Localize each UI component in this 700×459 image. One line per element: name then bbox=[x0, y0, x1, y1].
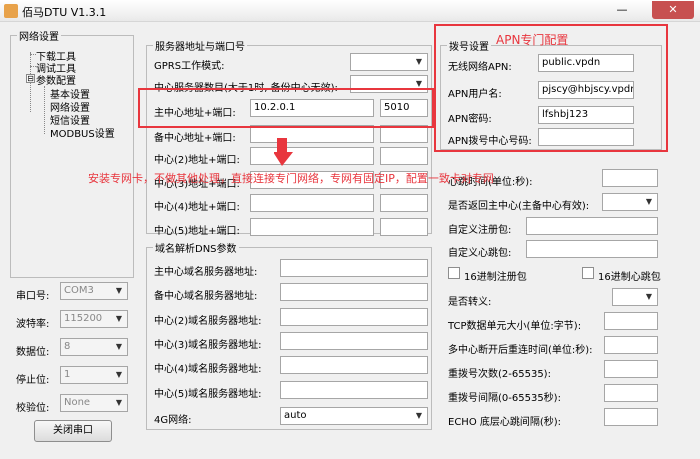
redial-interval-label: 重拨号间隔(0-65535秒): bbox=[448, 393, 561, 404]
dns-c4-label: 中心(4)域名服务器地址: bbox=[154, 364, 262, 375]
hex-hb-label: 16进制心跳包 bbox=[598, 272, 661, 283]
dns-c5-input[interactable] bbox=[280, 381, 428, 399]
custom-reg-input[interactable] bbox=[526, 217, 658, 235]
collapse-icon[interactable]: ⊟ bbox=[26, 74, 35, 83]
escape-select[interactable]: ▼ bbox=[612, 288, 658, 306]
echo-input[interactable] bbox=[604, 408, 658, 426]
arrow-down-icon bbox=[274, 138, 293, 166]
chevron-down-icon: ▼ bbox=[645, 197, 653, 206]
baud-select[interactable]: 115200 ▼ bbox=[60, 310, 128, 328]
nav-item-param-config[interactable]: 参数配置 bbox=[36, 72, 76, 87]
tree-line bbox=[44, 86, 45, 134]
dns-main-label: 主中心域名服务器地址: bbox=[154, 267, 258, 278]
close-port-button[interactable]: 关闭串口 bbox=[34, 420, 112, 442]
redial-count-label: 重拨号次数(2-65535): bbox=[448, 369, 551, 380]
stopbits-label: 停止位: bbox=[16, 375, 50, 386]
custom-hb-label: 自定义心跳包: bbox=[448, 248, 512, 259]
port-select[interactable]: COM3 ▼ bbox=[60, 282, 128, 300]
return-main-select[interactable]: ▼ bbox=[602, 193, 658, 211]
annotation-box-main-center bbox=[138, 88, 434, 128]
hex-reg-checkbox[interactable] bbox=[448, 267, 460, 279]
dns-c2-input[interactable] bbox=[280, 308, 428, 326]
app-icon bbox=[4, 4, 18, 18]
escape-label: 是否转义: bbox=[448, 297, 492, 308]
port-value: COM3 bbox=[64, 285, 94, 296]
echo-label: ECHO 底层心跳间隔(秒): bbox=[448, 417, 562, 428]
center5-port-input[interactable] bbox=[380, 218, 428, 236]
apn-annotation-text: APN专门配置 bbox=[496, 33, 569, 47]
dns-c3-input[interactable] bbox=[280, 332, 428, 350]
heartbeat-input[interactable] bbox=[602, 169, 658, 187]
center5-label: 中心(5)地址+端口: bbox=[154, 226, 240, 237]
baud-value: 115200 bbox=[64, 313, 103, 324]
minimize-button[interactable]: — bbox=[610, 1, 634, 19]
center4-port-input[interactable] bbox=[380, 194, 428, 212]
hex-reg-label: 16进制注册包 bbox=[464, 272, 527, 283]
stopbits-select[interactable]: 1 ▼ bbox=[60, 366, 128, 384]
center2-ip-input[interactable] bbox=[250, 147, 374, 165]
dns-group-title: 域名解析DNS参数 bbox=[155, 244, 237, 255]
parity-select[interactable]: None ▼ bbox=[60, 394, 128, 412]
chevron-down-icon: ▼ bbox=[115, 370, 123, 379]
nav-item-modbus[interactable]: MODBUS设置 bbox=[50, 125, 115, 140]
title-bar: 佰马DTU V1.3.1 — ✕ bbox=[0, 0, 700, 22]
port-label: 串口号: bbox=[16, 291, 50, 302]
dns-backup-input[interactable] bbox=[280, 283, 428, 301]
dns-c3-label: 中心(3)域名服务器地址: bbox=[154, 340, 262, 351]
main-annotation-text: 安装专网卡，不做其他处理，直接连接专门网络，专网有固定IP，配置一致卡对专网 bbox=[88, 172, 494, 185]
center4-label: 中心(4)地址+端口: bbox=[154, 202, 240, 213]
window-title: 佰马DTU V1.3.1 bbox=[22, 6, 107, 19]
baud-label: 波特率: bbox=[16, 319, 50, 330]
reconnect-input[interactable] bbox=[604, 336, 658, 354]
backup-center-label: 备中心地址+端口: bbox=[154, 133, 236, 144]
stopbits-value: 1 bbox=[64, 369, 71, 380]
dns-c5-label: 中心(5)域名服务器地址: bbox=[154, 389, 262, 400]
chevron-down-icon: ▼ bbox=[115, 398, 123, 407]
gprs-mode-select[interactable]: ▼ bbox=[350, 53, 428, 71]
redial-interval-input[interactable] bbox=[604, 384, 658, 402]
net4g-value: auto bbox=[284, 410, 307, 421]
redial-count-input[interactable] bbox=[604, 360, 658, 378]
gprs-mode-label: GPRS工作模式: bbox=[154, 61, 225, 72]
custom-hb-input[interactable] bbox=[526, 240, 658, 258]
parity-value: None bbox=[64, 397, 91, 408]
chevron-down-icon: ▼ bbox=[645, 292, 653, 301]
parity-label: 校验位: bbox=[16, 403, 50, 414]
server-group-title: 服务器地址与端口号 bbox=[155, 42, 245, 53]
nav-title: 网络设置 bbox=[19, 32, 59, 43]
close-window-button[interactable]: ✕ bbox=[652, 1, 694, 19]
chevron-down-icon: ▼ bbox=[115, 342, 123, 351]
center5-ip-input[interactable] bbox=[250, 218, 374, 236]
custom-reg-label: 自定义注册包: bbox=[448, 225, 512, 236]
databits-label: 数据位: bbox=[16, 347, 50, 358]
net4g-label: 4G网络: bbox=[154, 415, 192, 426]
chevron-down-icon: ▼ bbox=[415, 411, 423, 420]
dns-main-input[interactable] bbox=[280, 259, 428, 277]
dns-backup-label: 备中心域名服务器地址: bbox=[154, 291, 258, 302]
chevron-down-icon: ▼ bbox=[415, 57, 423, 66]
databits-select[interactable]: 8 ▼ bbox=[60, 338, 128, 356]
databits-value: 8 bbox=[64, 341, 71, 352]
dns-c2-label: 中心(2)域名服务器地址: bbox=[154, 316, 262, 327]
hex-hb-checkbox[interactable] bbox=[582, 267, 594, 279]
center2-port-input[interactable] bbox=[380, 147, 428, 165]
reconnect-label: 多中心断开后重连时间(单位:秒): bbox=[448, 345, 593, 356]
chevron-down-icon: ▼ bbox=[115, 314, 123, 323]
return-main-label: 是否返回主中心(主备中心有效): bbox=[448, 201, 590, 212]
center2-label: 中心(2)地址+端口: bbox=[154, 155, 240, 166]
tcp-unit-label: TCP数据单元大小(单位:字节): bbox=[448, 321, 582, 332]
chevron-down-icon: ▼ bbox=[115, 286, 123, 295]
center4-ip-input[interactable] bbox=[250, 194, 374, 212]
dns-c4-input[interactable] bbox=[280, 356, 428, 374]
net4g-select[interactable]: auto ▼ bbox=[280, 407, 428, 425]
tcp-unit-input[interactable] bbox=[604, 312, 658, 330]
